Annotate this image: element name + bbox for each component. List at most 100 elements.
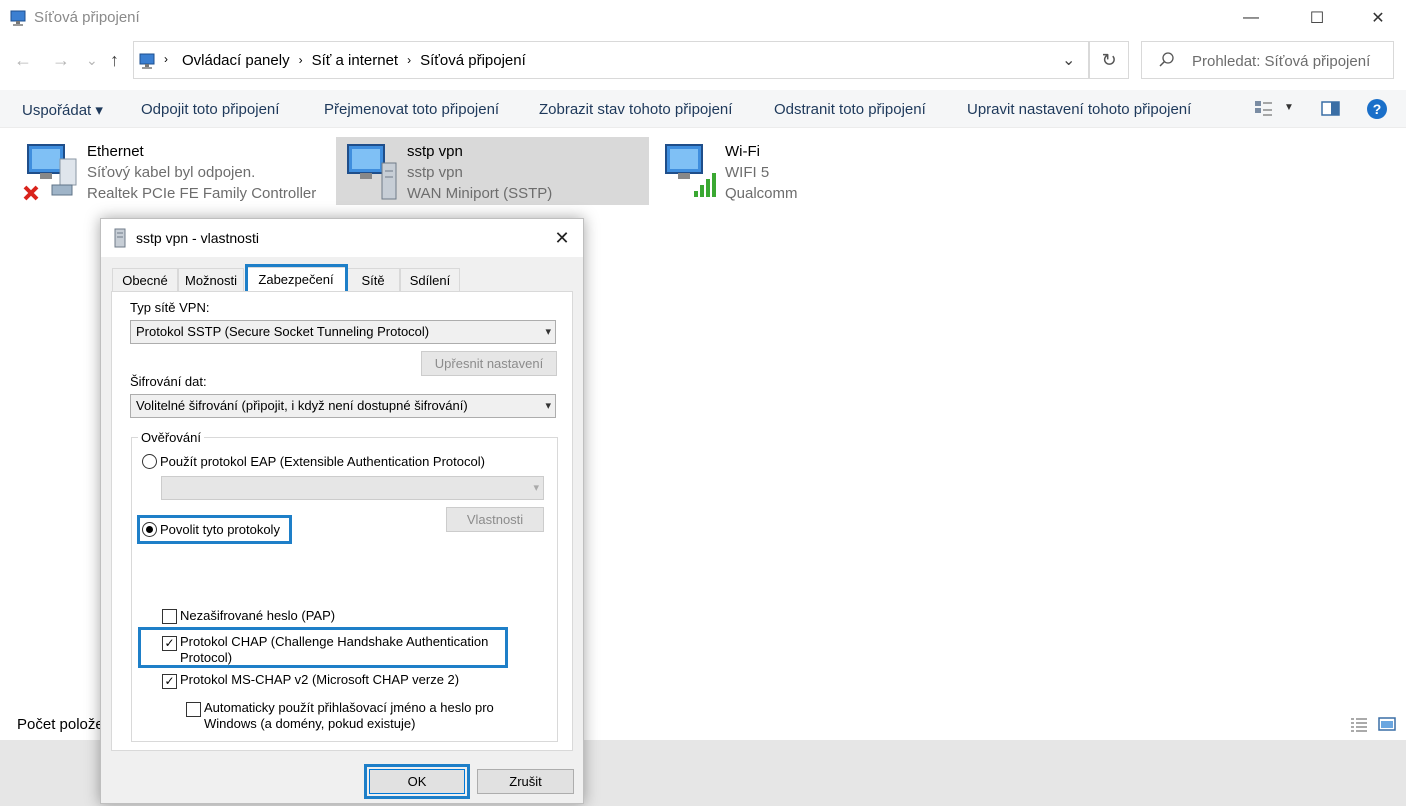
view-status-button[interactable]: Zobrazit stav tohoto připojení (539, 101, 732, 118)
button-label: Vlastnosti (466, 512, 524, 527)
encryption-value: Volitelné šifrování (připojit, i když ne… (136, 398, 468, 413)
connection-wifi[interactable]: Wi-Fi WIFI 5 Qualcomm (654, 137, 854, 205)
window-title: Síťová připojení (34, 9, 140, 26)
checkmark-icon: ✓ (164, 674, 175, 688)
mschap-checkbox[interactable]: ✓ (162, 674, 177, 689)
close-icon: ✕ (1371, 10, 1385, 27)
details-view-icon[interactable] (1350, 717, 1368, 733)
breadcrumb-network-internet[interactable]: Síť a internet (312, 52, 399, 69)
search-box[interactable]: Prohledat: Síťová připojení (1141, 41, 1394, 79)
title-bar: Síťová připojení — ☐ ✕ (0, 0, 1406, 36)
command-bar: Uspořádat ▾ Odpojit toto připojení Přejm… (0, 90, 1406, 128)
arrow-left-icon: ← (14, 50, 32, 70)
eap-radio[interactable] (142, 454, 157, 469)
connection-device: Qualcomm (725, 185, 798, 202)
disconnect-button[interactable]: Odpojit toto připojení (141, 101, 279, 118)
auto-logon-checkbox[interactable] (186, 702, 201, 717)
organize-button[interactable]: Uspořádat ▾ (22, 101, 103, 119)
svg-text:?: ? (1373, 101, 1382, 117)
breadcrumb-chevron-icon[interactable]: › (407, 53, 411, 70)
dialog-title: sstp vpn - vlastnosti (136, 230, 259, 246)
eap-properties-button[interactable]: Vlastnosti (446, 507, 544, 532)
close-icon: ✕ (554, 227, 570, 248)
breadcrumb-chevron-icon[interactable]: › (299, 53, 303, 70)
button-label: Upřesnit nastavení (434, 356, 544, 371)
view-options-chevron-icon[interactable]: ▼ (1284, 102, 1294, 113)
address-dropdown-icon[interactable]: ⌄ (1062, 50, 1075, 70)
button-label: Zrušit (509, 774, 542, 789)
authentication-group-caption: Ověřování (138, 430, 204, 445)
close-window-button[interactable]: ✕ (1355, 0, 1401, 36)
delete-connection-button[interactable]: Odstranit toto připojení (774, 101, 926, 118)
advanced-settings-button[interactable]: Upřesnit nastavení (421, 351, 557, 376)
tab-label: Obecné (122, 272, 168, 288)
wifi-signal-icon (665, 144, 716, 197)
auto-logon-label[interactable]: Automaticky použít přihlašovací jméno a … (204, 700, 494, 715)
search-icon (1159, 52, 1174, 67)
search-input[interactable]: Prohledat: Síťová připojení (1192, 53, 1370, 70)
cancel-button[interactable]: Zrušit (477, 769, 574, 794)
security-tab-highlight (245, 264, 348, 294)
vpn-type-label: Typ sítě VPN: (130, 300, 210, 315)
breadcrumb-root-chevron-icon[interactable]: › (164, 52, 168, 66)
ok-button-highlight (364, 764, 470, 799)
rename-button[interactable]: Přejmenovat toto připojení (324, 101, 499, 118)
pap-label[interactable]: Nezašifrované heslo (PAP) (180, 608, 335, 623)
minimize-button[interactable]: — (1228, 0, 1274, 36)
chevron-down-icon: ▾ (533, 482, 539, 494)
tab-label: Možnosti (184, 272, 238, 288)
tab-sharing[interactable]: Sdílení (400, 268, 460, 291)
tab-options[interactable]: Možnosti (178, 268, 244, 291)
connection-status: Síťový kabel byl odpojen. (87, 164, 256, 181)
vpn-device-icon (114, 228, 126, 248)
connection-sstp-vpn[interactable]: sstp vpn sstp vpn WAN Miniport (SSTP) (336, 137, 649, 205)
ethernet-disconnected-icon (23, 144, 77, 201)
refresh-icon: ↻ (1101, 49, 1117, 70)
connection-name: sstp vpn (407, 143, 463, 160)
encryption-label: Šifrování dat: (130, 374, 207, 389)
mschap-label[interactable]: Protokol MS-CHAP v2 (Microsoft CHAP verz… (180, 672, 459, 687)
eap-method-select[interactable]: ▾ (161, 476, 544, 500)
preview-pane-icon[interactable] (1321, 100, 1341, 118)
back-button[interactable]: ← (14, 50, 32, 71)
change-view-icon[interactable] (1254, 100, 1274, 118)
breadcrumb-control-panel[interactable]: Ovládací panely (182, 52, 290, 69)
arrow-right-icon: → (52, 50, 70, 70)
chap-highlight (138, 627, 508, 668)
tab-networking[interactable]: Sítě (346, 268, 400, 291)
large-icons-view-icon[interactable] (1378, 716, 1396, 732)
connection-device: Realtek PCIe FE Family Controller (87, 185, 317, 202)
tab-label: Sdílení (409, 272, 451, 288)
dialog-close-button[interactable]: ✕ (547, 225, 577, 251)
breadcrumb-network-connections[interactable]: Síťová připojení (420, 52, 526, 69)
arrow-up-icon: ↑ (110, 50, 119, 70)
help-icon[interactable]: ? (1366, 98, 1388, 120)
vpn-properties-dialog: sstp vpn - vlastnosti ✕ Obecné Možnosti … (100, 218, 584, 804)
recent-locations-button[interactable]: ⌄ (86, 52, 98, 69)
eap-radio-label[interactable]: Použít protokol EAP (Extensible Authenti… (160, 454, 485, 469)
tab-general[interactable]: Obecné (112, 268, 178, 291)
chevron-down-icon: ▾ (545, 400, 551, 412)
vpn-connection-icon (347, 144, 397, 200)
encryption-select[interactable]: Volitelné šifrování (připojit, i když ne… (130, 394, 556, 418)
connection-status: sstp vpn (407, 164, 463, 181)
address-bar[interactable]: › Ovládací panely › Síť a internet › Síť… (133, 41, 1089, 79)
change-settings-button[interactable]: Upravit nastavení tohoto připojení (967, 101, 1191, 118)
up-button[interactable]: ↑ (110, 50, 119, 71)
maximize-button[interactable]: ☐ (1294, 0, 1340, 36)
connection-ethernet[interactable]: Ethernet Síťový kabel byl odpojen. Realt… (16, 137, 326, 205)
auto-logon-label-continued[interactable]: Windows (a domény, pokud existuje) (204, 716, 415, 731)
connection-status: WIFI 5 (725, 164, 770, 181)
allow-protocols-highlight (137, 515, 292, 544)
vpn-type-select[interactable]: Protokol SSTP (Secure Socket Tunneling P… (130, 320, 556, 344)
address-row: ← → ⌄ ↑ › Ovládací panely › Síť a intern… (0, 40, 1406, 82)
breadcrumb: Ovládací panely › Síť a internet › Síťov… (182, 52, 526, 69)
item-count: Počet polože (17, 716, 104, 733)
pap-checkbox[interactable] (162, 609, 177, 624)
forward-button[interactable]: → (52, 50, 70, 71)
refresh-button[interactable]: ↻ (1089, 41, 1129, 79)
connection-device: WAN Miniport (SSTP) (407, 185, 553, 202)
connection-name: Wi-Fi (725, 143, 760, 160)
security-tab-panel: Typ sítě VPN: Protokol SSTP (Secure Sock… (111, 291, 573, 751)
network-folder-icon (139, 53, 155, 69)
